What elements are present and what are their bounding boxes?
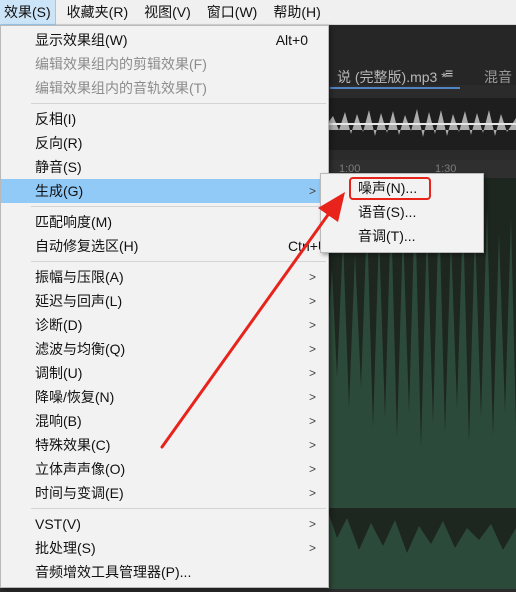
- annotation-arrow-icon: [160, 192, 345, 449]
